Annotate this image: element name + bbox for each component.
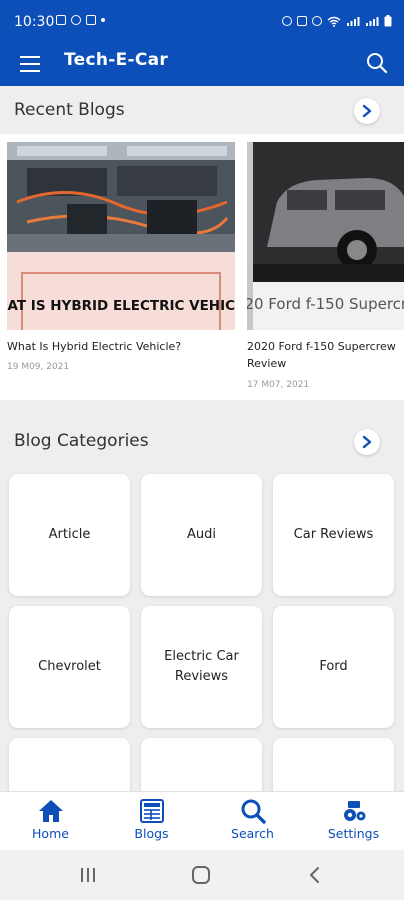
recent-blogs-header: Recent Blogs (0, 88, 404, 134)
blog-categories-header: Blog Categories (0, 419, 404, 465)
wifi-icon (327, 16, 341, 27)
category-tile-article[interactable]: Article (9, 474, 130, 596)
blog-categories-more-button[interactable] (354, 429, 380, 455)
status-time: 10:30 (14, 14, 55, 30)
gallery-icon (56, 15, 66, 25)
category-tile-car-reviews[interactable]: Car Reviews (273, 474, 394, 596)
blog-thumbnail: 2020 Ford f-150 Supercrew Co (247, 142, 404, 330)
truck-image: 2020 Ford f-150 Supercrew Co (247, 142, 404, 330)
alarm-icon (282, 16, 292, 26)
blog-date: 17 M07, 2021 (247, 380, 310, 390)
nav-search-label: Search (231, 826, 274, 841)
status-bar: 10:30 (0, 0, 404, 44)
nav-settings-label: Settings (327, 826, 380, 841)
blog-date: 19 M09, 2021 (7, 362, 70, 372)
signal-icon (347, 16, 360, 26)
blog-title: What Is Hybrid Electric Vehicle? (7, 340, 182, 353)
nav-blogs-label: Blogs (134, 826, 169, 841)
home-button-icon[interactable] (192, 866, 210, 884)
screen-icon (86, 15, 96, 25)
back-icon[interactable] (306, 866, 324, 884)
menu-icon[interactable] (20, 52, 44, 76)
blog-card[interactable]: WHAT IS HYBRID ELECTRIC VEHICLE? What Is… (7, 142, 237, 392)
nav-search[interactable]: Search (202, 798, 303, 841)
category-tile-electric-car-reviews[interactable]: Electric Car Reviews (141, 606, 262, 728)
chevron-right-icon (362, 435, 372, 449)
recent-blogs-title: Recent Blogs (14, 100, 125, 120)
nav-home-label: Home (32, 826, 69, 841)
twitter-icon (71, 15, 81, 25)
blog-categories-title: Blog Categories (14, 431, 149, 451)
hotspot-icon (312, 16, 322, 26)
blog-thumbnail: WHAT IS HYBRID ELECTRIC VEHICLE? (7, 142, 235, 330)
settings-icon (343, 801, 365, 821)
bottom-nav: Home Blogs Search Settings (0, 791, 404, 850)
search-icon[interactable] (364, 50, 390, 76)
chevron-right-icon (362, 104, 372, 118)
search-icon (241, 799, 266, 824)
home-icon (38, 800, 63, 822)
engine-image: WHAT IS HYBRID ELECTRIC VEHICLE? (7, 142, 235, 330)
battery-icon (384, 15, 392, 27)
recent-blogs-more-button[interactable] (354, 98, 380, 124)
blog-image-text: WHAT IS HYBRID ELECTRIC VEHICLE? (7, 298, 235, 314)
nfc-icon (297, 16, 307, 26)
app-title: Tech-E-Car (64, 50, 169, 70)
blog-card[interactable]: 2020 Ford f-150 Supercrew Co 2020 Ford f… (247, 142, 404, 400)
notification-icons (56, 15, 105, 25)
blog-image-text: 2020 Ford f-150 Supercrew Co (247, 295, 404, 313)
recent-apps-icon[interactable] (79, 866, 97, 884)
nav-home[interactable]: Home (0, 798, 101, 841)
nav-blogs[interactable]: Blogs (101, 798, 202, 841)
blog-title: 2020 Ford f-150 Supercrew Review (247, 340, 396, 370)
system-status-icons (282, 15, 392, 27)
blogs-icon (139, 799, 164, 823)
more-dot-icon (101, 18, 105, 22)
app-bar: Tech-E-Car (0, 44, 404, 86)
category-tile-chevrolet[interactable]: Chevrolet (9, 606, 130, 728)
category-tile-ford[interactable]: Ford (273, 606, 394, 728)
nav-settings[interactable]: Settings (303, 798, 404, 841)
recent-blogs-list[interactable]: WHAT IS HYBRID ELECTRIC VEHICLE? What Is… (0, 134, 404, 400)
signal-2-icon (366, 16, 379, 26)
category-tile-audi[interactable]: Audi (141, 474, 262, 596)
system-nav-bar (0, 850, 404, 900)
